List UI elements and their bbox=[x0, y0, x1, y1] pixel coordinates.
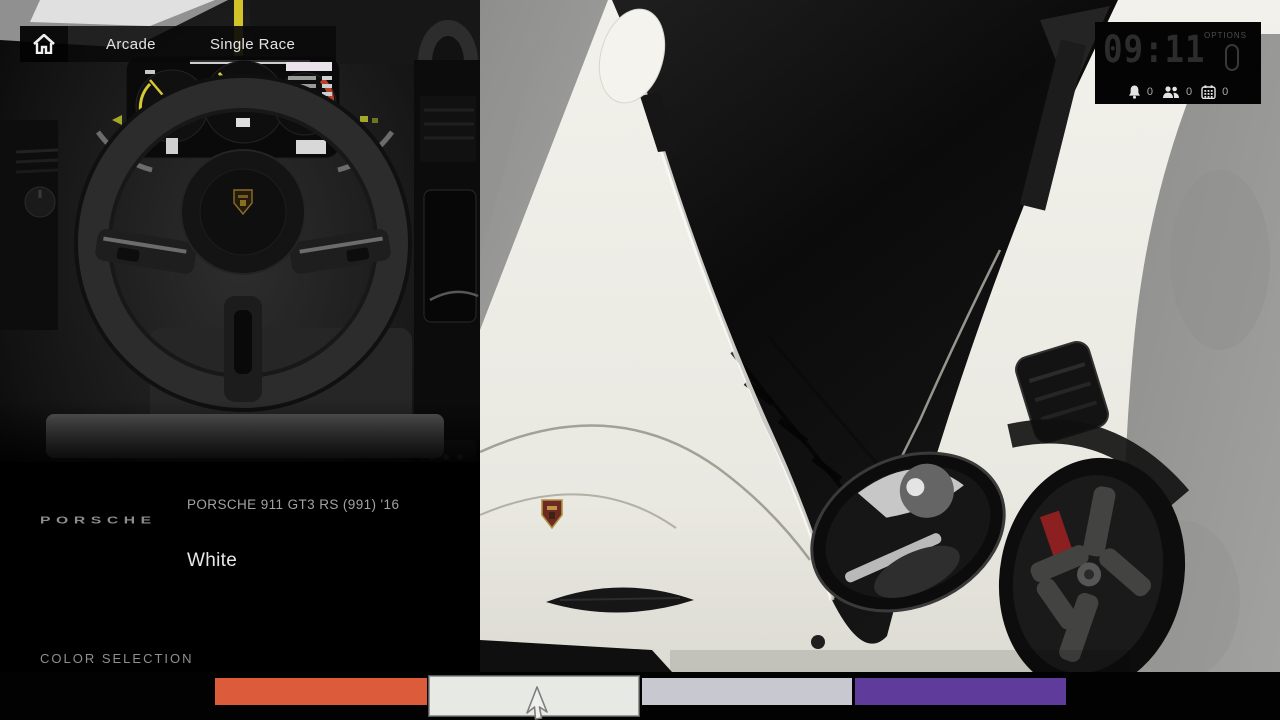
nav-item-arcade[interactable]: Arcade bbox=[106, 36, 156, 53]
bell-icon bbox=[1128, 85, 1141, 99]
grid-counter: 0 bbox=[1201, 85, 1228, 99]
bottom-bar bbox=[0, 672, 1280, 720]
color-swatch-gray[interactable] bbox=[642, 678, 852, 705]
session-hud: 09:11 OPTIONS 0 0 bbox=[1095, 22, 1261, 104]
players-count: 0 bbox=[1186, 86, 1192, 98]
options-button[interactable] bbox=[1225, 44, 1239, 71]
selected-color-name: White bbox=[187, 550, 237, 572]
options-label: OPTIONS bbox=[1204, 31, 1247, 40]
grid-icon bbox=[1201, 85, 1216, 99]
color-swatch-purple[interactable] bbox=[855, 678, 1066, 705]
car-model-name: PORSCHE 911 GT3 RS (991) '16 bbox=[187, 497, 399, 512]
nav-item-single-race[interactable]: Single Race bbox=[210, 36, 295, 53]
interior-preview bbox=[0, 0, 480, 720]
car-exterior-preview bbox=[480, 0, 1280, 720]
session-time: 09:11 bbox=[1103, 28, 1205, 71]
grid-count: 0 bbox=[1222, 86, 1228, 98]
notifications-count: 0 bbox=[1147, 86, 1153, 98]
top-nav-bar: Arcade Single Race bbox=[20, 26, 336, 62]
mouse-cursor bbox=[524, 686, 552, 720]
home-button[interactable] bbox=[20, 26, 68, 62]
players-icon bbox=[1162, 86, 1180, 99]
manufacturer-logo: PORSCHE bbox=[40, 514, 157, 526]
home-icon bbox=[33, 34, 55, 54]
notifications-counter: 0 bbox=[1128, 85, 1153, 99]
game-screen: Arcade Single Race 09:11 OPTIONS 0 bbox=[0, 0, 1280, 720]
players-counter: 0 bbox=[1162, 86, 1192, 99]
color-swatch-orange[interactable] bbox=[215, 678, 427, 705]
color-selection-label: COLOR SELECTION bbox=[40, 651, 194, 666]
